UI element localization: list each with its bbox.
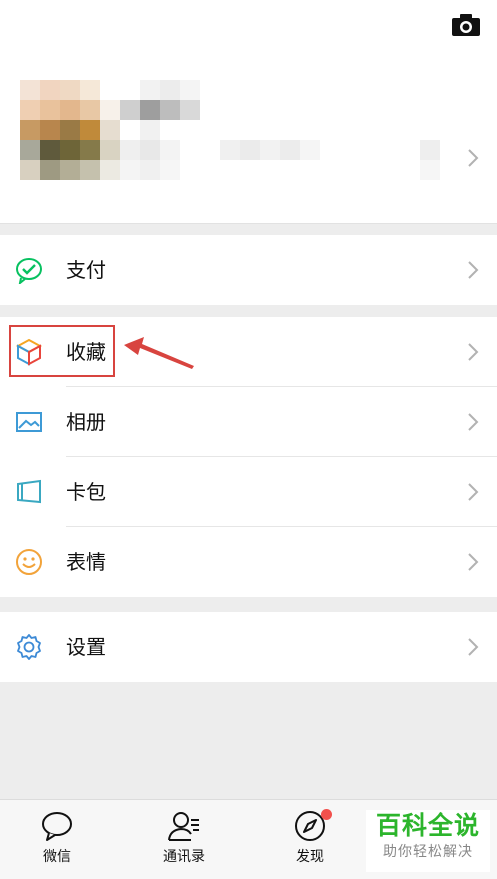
menu-item-stickers[interactable]: 表情 (0, 527, 497, 597)
avatar-pixel (80, 140, 100, 160)
profile-header[interactable] (0, 0, 497, 224)
chevron-right-icon (468, 261, 479, 279)
watermark-logo: 百科全说 助你轻松解决 (366, 810, 490, 872)
avatar-pixel (140, 100, 160, 120)
tab-chats[interactable]: 微信 (12, 800, 102, 879)
camera-icon[interactable] (452, 14, 480, 36)
chevron-right-icon (468, 413, 479, 431)
avatar-pixel (60, 160, 80, 180)
avatar-pixel (200, 100, 220, 120)
menu-item-pay[interactable]: 支付 (0, 235, 497, 305)
avatar-pixel (240, 140, 260, 160)
avatar-pixel (180, 120, 200, 140)
avatar-pixel (60, 80, 80, 100)
annotation-arrow-icon (124, 337, 194, 369)
menu-group-settings: 设置 (0, 612, 497, 682)
avatar-pixel (160, 120, 180, 140)
avatar-pixel (120, 120, 140, 140)
avatar-pixel (40, 160, 60, 180)
menu-label-album: 相册 (66, 410, 106, 434)
avatar-pixel (40, 100, 60, 120)
avatar-pixel (60, 140, 80, 160)
avatar-pixel (40, 140, 60, 160)
gear-icon (17, 634, 41, 660)
avatar-pixel (80, 160, 100, 180)
avatar-pixel (100, 100, 120, 120)
avatar-pixel (140, 160, 160, 180)
wechat-pay-icon (16, 258, 42, 284)
avatar-pixel (20, 80, 40, 100)
chevron-right-icon (468, 149, 479, 167)
avatar-pixel (120, 160, 140, 180)
watermark-subtitle: 助你轻松解决 (383, 844, 473, 860)
avatar-pixel (100, 80, 120, 100)
avatar-pixel (20, 100, 40, 120)
avatar-pixel (220, 140, 240, 160)
avatar-pixel (60, 120, 80, 140)
avatar-pixel (180, 100, 200, 120)
avatar-pixel (80, 100, 100, 120)
avatar-pixel (20, 160, 40, 180)
avatar-pixel (140, 80, 160, 100)
avatar-pixel (100, 120, 120, 140)
avatar-pixel (140, 120, 160, 140)
avatar-pixel (180, 140, 200, 160)
avatar-pixel (420, 140, 440, 160)
avatar-pixel (160, 100, 180, 120)
menu-item-settings[interactable]: 设置 (0, 612, 497, 682)
avatar-pixel (280, 140, 300, 160)
card-wallet-icon (17, 479, 41, 504)
menu-label-pay: 支付 (66, 258, 106, 282)
avatar-pixel (80, 80, 100, 100)
avatar-pixel (80, 120, 100, 140)
smile-icon (16, 549, 42, 575)
avatar-pixel (20, 120, 40, 140)
image-icon (16, 412, 42, 432)
avatar-pixel (160, 160, 180, 180)
chevron-right-icon (468, 343, 479, 361)
avatar-pixel (140, 140, 160, 160)
avatar-pixel (300, 140, 320, 160)
avatar-pixel (200, 80, 220, 100)
menu-item-card[interactable]: 卡包 (0, 457, 497, 527)
avatar-pixel (180, 80, 200, 100)
menu-item-album[interactable]: 相册 (0, 387, 497, 457)
avatar-pixel (40, 120, 60, 140)
avatar-pixel (120, 100, 140, 120)
chevron-right-icon (468, 483, 479, 501)
menu-label-settings: 设置 (66, 635, 106, 659)
tab-label: 通讯录 (163, 849, 205, 865)
avatar-pixel (60, 100, 80, 120)
tab-label: 发现 (296, 849, 324, 865)
avatar-pixel (420, 160, 440, 180)
avatar-pixel (40, 80, 60, 100)
menu-label-card: 卡包 (66, 480, 106, 504)
avatar-pixel (100, 140, 120, 160)
avatar-pixel (100, 160, 120, 180)
menu-group-pay: 支付 (0, 235, 497, 305)
watermark-title: 百科全说 (375, 811, 480, 840)
avatar-pixel (120, 140, 140, 160)
avatar-pixel (160, 80, 180, 100)
avatar-pixel (180, 160, 200, 180)
chat-bubble-icon (42, 812, 72, 841)
tab-label: 微信 (43, 849, 71, 865)
avatar-pixel (200, 160, 220, 180)
chevron-right-icon (468, 553, 479, 571)
annotation-highlight-box (9, 325, 115, 377)
avatar-pixel (120, 80, 140, 100)
avatar-pixel (160, 140, 180, 160)
menu-label-stickers: 表情 (66, 550, 106, 574)
avatar-pixel (20, 140, 40, 160)
contacts-icon (168, 812, 199, 841)
avatar-pixel (260, 140, 280, 160)
tab-discover[interactable]: 发现 (265, 800, 355, 879)
chevron-right-icon (468, 638, 479, 656)
tab-contacts[interactable]: 通讯录 (139, 800, 229, 879)
badge-dot (321, 809, 332, 820)
avatar-pixel (200, 120, 220, 140)
avatar-pixel (200, 140, 220, 160)
